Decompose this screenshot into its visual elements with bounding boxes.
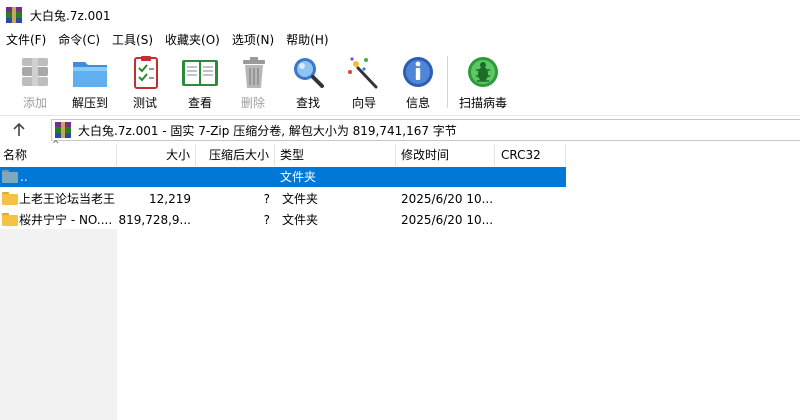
column-packed-size[interactable]: 压缩后大小 — [196, 144, 275, 166]
column-size[interactable]: 大小 — [117, 144, 196, 166]
folder-icon — [2, 170, 18, 183]
folder-icon — [2, 213, 18, 226]
up-arrow-icon[interactable] — [10, 121, 28, 139]
winrar-window: 大白兔.7z.001 文件(F) 命令(C) 工具(S) 收藏夹(O) 选项(N… — [0, 0, 800, 420]
menu-tools[interactable]: 工具(S) — [106, 30, 159, 50]
virus-scan-label: 扫描病毒 — [458, 96, 507, 110]
column-header-row: ^ 名称 大小 压缩后大小 类型 修改时间 CRC32 — [0, 140, 800, 166]
column-crc32[interactable]: CRC32 — [495, 144, 566, 166]
column-name[interactable]: 名称 — [0, 144, 117, 166]
row-type: 文件夹 — [282, 213, 319, 227]
menu-file[interactable]: 文件(F) — [0, 30, 52, 50]
view-button[interactable]: 查看 — [178, 54, 222, 112]
info-icon — [403, 57, 433, 87]
extract-to-label: 解压到 — [71, 96, 108, 110]
column-modified[interactable]: 修改时间 — [396, 144, 495, 166]
wizard-icon — [348, 57, 378, 89]
menu-bar: 文件(F) 命令(C) 工具(S) 收藏夹(O) 选项(N) 帮助(H) — [0, 30, 800, 50]
virus-scan-button[interactable]: 扫描病毒 — [456, 54, 510, 112]
address-bar: 大白兔.7z.001 - 固实 7-Zip 压缩分卷, 解包大小为 819,74… — [0, 117, 800, 143]
toolbar: 添加 解压到 测试 查看 删除 查找 向导 信息 扫描病毒 — [0, 50, 800, 116]
row-name: .. — [20, 170, 28, 184]
menu-favorites[interactable]: 收藏夹(O) — [159, 30, 226, 50]
find-icon — [294, 58, 324, 88]
title-bar[interactable]: 大白兔.7z.001 — [0, 0, 800, 30]
add-archive-icon — [22, 58, 48, 86]
window-title: 大白兔.7z.001 — [30, 8, 111, 23]
row-modified: 2025/6/20 10... — [401, 192, 494, 206]
row-packed-size: ? — [263, 213, 270, 227]
extract-to-button[interactable]: 解压到 — [68, 54, 112, 112]
test-icon — [134, 56, 158, 89]
winrar-app-icon — [6, 7, 22, 23]
find-button[interactable]: 查找 — [288, 54, 328, 112]
find-label: 查找 — [295, 96, 320, 110]
row-modified: 2025/6/20 10... — [401, 213, 494, 227]
table-row[interactable]: 上老王论坛当老王 12,219 ? 文件夹 2025/6/20 10... — [0, 189, 566, 209]
view-label: 查看 — [187, 96, 212, 110]
row-type: 文件夹 — [280, 170, 317, 184]
wizard-label: 向导 — [351, 96, 376, 110]
delete-icon — [243, 57, 265, 88]
menu-help[interactable]: 帮助(H) — [280, 30, 334, 50]
toolbar-separator — [447, 56, 448, 108]
test-button[interactable]: 测试 — [126, 54, 164, 112]
column-type[interactable]: 类型 — [275, 144, 396, 166]
row-size: 819,728,9... — [118, 213, 191, 227]
delete-label: 删除 — [240, 96, 265, 110]
info-label: 信息 — [405, 96, 430, 110]
add-button-label: 添加 — [22, 96, 47, 110]
table-row-parent[interactable]: .. 文件夹 — [0, 167, 566, 187]
table-row[interactable]: 桜井宁宁 - NO.... 819,728,9... ? 文件夹 2025/6/… — [0, 210, 566, 230]
file-list: .. 文件夹 上老王论坛当老王 12,219 ? 文件夹 2025/6/20 1… — [0, 167, 800, 420]
info-button[interactable]: 信息 — [398, 54, 438, 112]
menu-command[interactable]: 命令(C) — [52, 30, 106, 50]
folder-icon — [2, 192, 18, 205]
row-type: 文件夹 — [282, 192, 319, 206]
path-field[interactable]: 大白兔.7z.001 - 固实 7-Zip 压缩分卷, 解包大小为 819,74… — [51, 119, 800, 141]
archive-path: 大白兔.7z.001 - 固实 7-Zip 压缩分卷, 解包大小为 819,74… — [78, 123, 457, 138]
row-name: 上老王论坛当老王 — [19, 192, 116, 206]
test-label: 测试 — [132, 96, 157, 110]
row-packed-size: ? — [263, 192, 270, 206]
menu-options[interactable]: 选项(N) — [226, 30, 280, 50]
row-size: 12,219 — [149, 192, 191, 206]
list-empty-area-left — [0, 229, 117, 420]
virus-scan-icon — [468, 57, 498, 87]
delete-button[interactable]: 删除 — [234, 54, 272, 112]
wizard-button[interactable]: 向导 — [344, 54, 384, 112]
archive-icon — [55, 122, 71, 138]
add-button[interactable]: 添加 — [14, 54, 56, 112]
extract-to-icon — [73, 62, 107, 87]
row-name: 桜井宁宁 - NO.... — [19, 213, 113, 227]
view-icon — [182, 60, 218, 86]
